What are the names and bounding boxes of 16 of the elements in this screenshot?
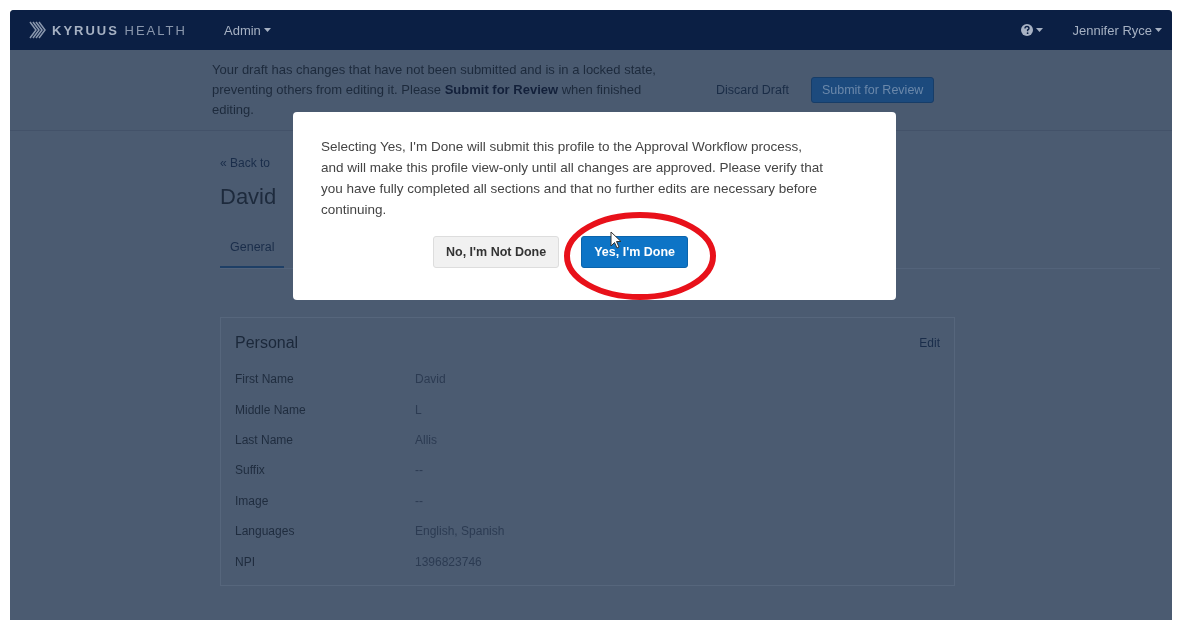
caret-icon <box>1155 28 1162 32</box>
user-menu[interactable]: Jennifer Ryce <box>1072 22 1162 38</box>
field-value: -- <box>415 493 423 508</box>
caret-icon <box>1035 28 1043 32</box>
field-value: -- <box>415 463 423 478</box>
brand-logo-text[interactable]: KYRUUS HEALTH <box>52 22 187 38</box>
dialog-message: Selecting Yes, I'm Done will submit this profile to the Approval Workflow process, and will make this profile view-only until all changes are approved. Please verify that you have fully completed all sections and that no further edits are necessary before continuing. <box>321 138 824 219</box>
cancel-button[interactable]: No, I'm Not Done <box>433 236 560 268</box>
mouse-pointer-icon <box>610 231 622 249</box>
stripes-logo-icon <box>28 21 46 39</box>
help-menu[interactable] <box>1020 24 1043 36</box>
submit-for-review-button[interactable]: Submit for Review <box>810 77 935 103</box>
help-icon <box>1020 24 1033 36</box>
admin-menu[interactable]: Admin <box>224 22 271 38</box>
caret-icon <box>263 28 271 32</box>
confirm-button[interactable]: Yes, I'm Done <box>581 236 688 268</box>
